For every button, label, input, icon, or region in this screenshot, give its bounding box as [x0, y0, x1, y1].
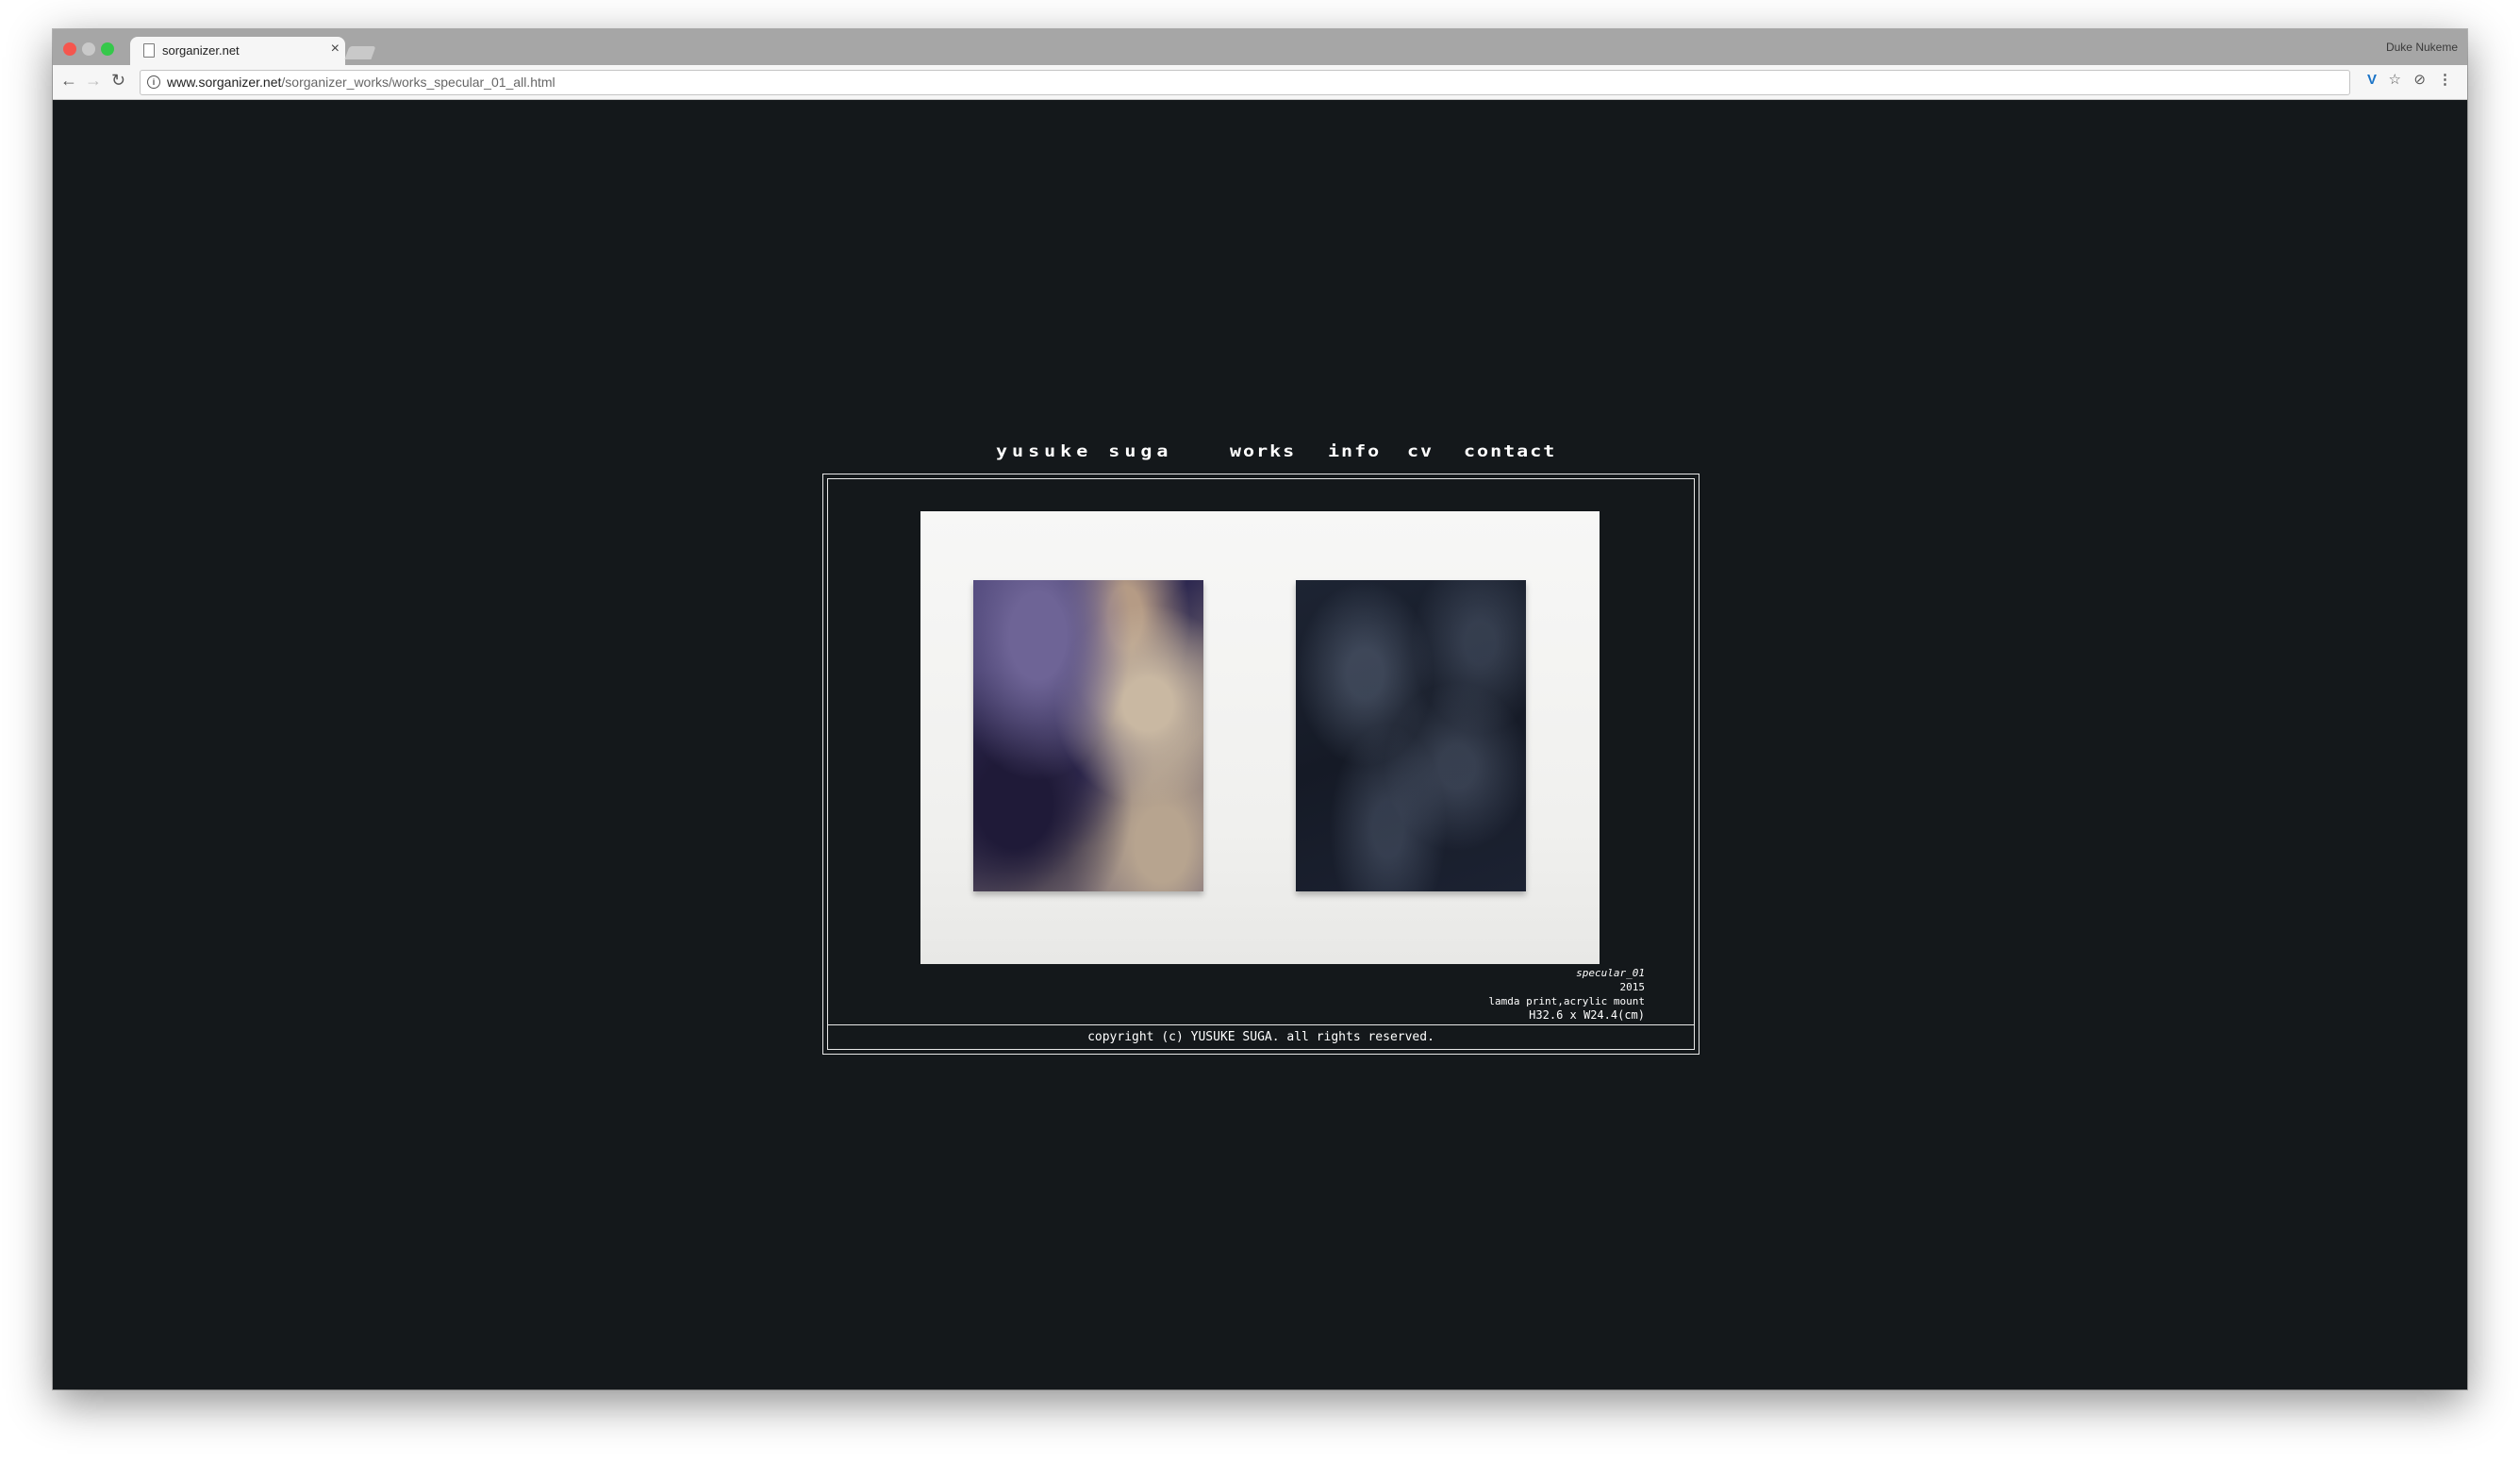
artwork-rock-print — [973, 580, 1203, 891]
installation-photo — [920, 511, 1600, 964]
url-text[interactable]: www.sorganizer.net/sorganizer_works/work… — [167, 75, 555, 90]
browser-toolbar: ← → ↻ i www.sorganizer.net/sorganizer_wo… — [53, 65, 2467, 100]
work-medium: lamda print,acrylic mount — [1488, 995, 1645, 1007]
close-tab-icon[interactable]: × — [331, 42, 340, 57]
copyright-text: copyright (c) YUSUKE SUGA. all rights re… — [1087, 1030, 1434, 1044]
work-title: specular_01 — [1576, 967, 1645, 979]
footer: copyright (c) YUSUKE SUGA. all rights re… — [828, 1024, 1694, 1052]
reload-icon[interactable]: ↻ — [111, 71, 125, 90]
url-path: /sorganizer_works/works_specular_01_all.… — [281, 75, 555, 90]
site-info-icon[interactable]: i — [147, 75, 160, 89]
nav-works[interactable]: WORKS — [1230, 441, 1296, 460]
artwork-dark-print — [1296, 580, 1526, 891]
close-window-button[interactable] — [63, 42, 76, 56]
work-year: 2015 — [1619, 981, 1646, 993]
extension-v-icon[interactable]: V — [2367, 72, 2377, 89]
site-navigation: YUSUKE SUGA WORKS INFO CV CONTACT — [996, 440, 1628, 468]
browser-tab[interactable]: sorganizer.net × — [130, 37, 345, 67]
extension-shield-icon[interactable]: ⊘ — [2413, 72, 2426, 89]
nav-contact[interactable]: CONTACT — [1464, 441, 1556, 460]
work-caption: specular_01 2015 lamda print,acrylic mou… — [1488, 966, 1645, 1023]
bookmark-star-icon[interactable]: ☆ — [2389, 72, 2401, 89]
browser-window: sorganizer.net × Duke Nukeme ← → ↻ i www… — [53, 29, 2467, 1389]
minimize-window-button[interactable] — [82, 42, 95, 56]
page-content: YUSUKE SUGA WORKS INFO CV CONTACT specul… — [53, 100, 2467, 1389]
nav-info[interactable]: INFO — [1328, 441, 1381, 460]
forward-icon[interactable]: → — [85, 71, 102, 90]
new-tab-button[interactable] — [344, 46, 376, 59]
back-icon[interactable]: ← — [60, 71, 77, 90]
work-frame: specular_01 2015 lamda print,acrylic mou… — [822, 474, 1699, 1055]
url-domain: www.sorganizer.net — [167, 75, 282, 90]
nav-cv[interactable]: CV — [1407, 441, 1434, 460]
work-size: H32.6 x W24.4(cm) — [1529, 1008, 1645, 1022]
address-bar[interactable]: i www.sorganizer.net/sorganizer_works/wo… — [140, 70, 2350, 95]
site-brand[interactable]: YUSUKE SUGA — [996, 441, 1172, 460]
work-frame-inner: specular_01 2015 lamda print,acrylic mou… — [827, 478, 1695, 1050]
title-bar: sorganizer.net × Duke Nukeme — [53, 29, 2467, 67]
profile-name[interactable]: Duke Nukeme — [2386, 41, 2458, 54]
maximize-window-button[interactable] — [101, 42, 114, 56]
browser-menu-icon[interactable]: ⋮ — [2438, 72, 2452, 89]
tab-title: sorganizer.net — [162, 43, 240, 58]
page-icon — [143, 43, 155, 58]
